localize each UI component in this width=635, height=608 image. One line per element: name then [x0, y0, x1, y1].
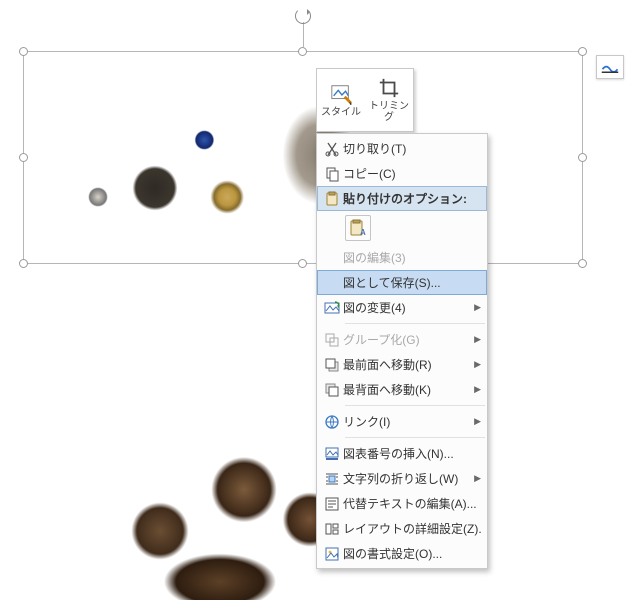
menu-insert-caption[interactable]: 図表番号の挿入(N)... [317, 441, 487, 466]
menu-separator [345, 323, 485, 324]
group-icon [321, 332, 343, 348]
resize-handle-right[interactable] [578, 153, 587, 162]
menu-separator [345, 405, 485, 406]
paste-option-icon: A [349, 219, 367, 237]
alt-text-icon [321, 496, 343, 512]
menu-edit-picture-label: 図の編集(3) [343, 249, 481, 266]
picture-style-label: スタイル [321, 107, 361, 118]
menu-edit-picture: 図の編集(3) [317, 245, 487, 270]
resize-handle-top[interactable] [298, 47, 307, 56]
resize-handle-top-left[interactable] [19, 47, 28, 56]
crop-label: トリミング [365, 101, 413, 123]
change-picture-icon [321, 300, 343, 316]
copy-icon [321, 166, 343, 182]
layout-details-icon [321, 521, 343, 537]
rotate-handle[interactable] [295, 8, 311, 24]
submenu-arrow-icon: ▶ [471, 473, 481, 484]
menu-group: グループ化(G) ▶ [317, 327, 487, 352]
selection-frame [23, 51, 583, 264]
submenu-arrow-icon: ▶ [471, 302, 481, 313]
picture-style-icon [329, 83, 353, 105]
menu-cut[interactable]: 切り取り(T) [317, 136, 487, 161]
menu-format-picture[interactable]: 図の書式設定(O)... [317, 541, 487, 566]
menu-link-label: リンク(I) [343, 413, 471, 430]
resize-handle-bottom-right[interactable] [578, 259, 587, 268]
paste-icon [321, 191, 343, 207]
menu-paste-options-label: 貼り付けのオプション: [343, 190, 481, 207]
menu-text-wrapping[interactable]: 文字列の折り返し(W) ▶ [317, 466, 487, 491]
submenu-arrow-icon: ▶ [471, 359, 481, 370]
menu-format-picture-label: 図の書式設定(O)... [343, 545, 481, 562]
submenu-arrow-icon: ▶ [471, 416, 481, 427]
menu-insert-caption-label: 図表番号の挿入(N)... [343, 445, 481, 462]
menu-send-to-back-label: 最背面へ移動(K) [343, 381, 471, 398]
send-to-back-icon [321, 382, 343, 398]
layout-options-button[interactable] [596, 55, 624, 79]
resize-handle-bottom-left[interactable] [19, 259, 28, 268]
crop-icon [377, 77, 401, 99]
menu-change-picture[interactable]: 図の変更(4) ▶ [317, 295, 487, 320]
menu-layout-details[interactable]: レイアウトの詳細設定(Z)... [317, 516, 487, 541]
menu-text-wrapping-label: 文字列の折り返し(W) [343, 470, 471, 487]
picture-context-menu: 切り取り(T) コピー(C) 貼り付けのオプション: A 図の編集(3) 図とし… [316, 133, 488, 569]
menu-layout-details-label: レイアウトの詳細設定(Z)... [343, 520, 481, 537]
menu-cut-label: 切り取り(T) [343, 140, 481, 157]
crop-button[interactable]: トリミング [365, 69, 413, 131]
resize-handle-bottom[interactable] [298, 259, 307, 268]
layout-options-icon [601, 60, 619, 74]
insert-caption-icon [321, 446, 343, 462]
submenu-arrow-icon: ▶ [471, 384, 481, 395]
menu-group-label: グループ化(G) [343, 331, 471, 348]
rotate-stem [303, 22, 304, 47]
submenu-arrow-icon: ▶ [471, 334, 481, 345]
format-picture-icon [321, 546, 343, 562]
menu-copy[interactable]: コピー(C) [317, 161, 487, 186]
menu-copy-label: コピー(C) [343, 165, 481, 182]
bring-to-front-icon [321, 357, 343, 373]
menu-bring-to-front-label: 最前面へ移動(R) [343, 356, 471, 373]
menu-paste-options-header[interactable]: 貼り付けのオプション: [317, 186, 487, 211]
svg-text:A: A [360, 228, 366, 237]
resize-handle-left[interactable] [19, 153, 28, 162]
paste-option-keep-text[interactable]: A [345, 215, 371, 241]
link-icon [321, 414, 343, 430]
picture-mini-toolbar: スタイル トリミング [316, 68, 414, 132]
menu-edit-alt-text[interactable]: 代替テキストの編集(A)... [317, 491, 487, 516]
menu-send-to-back[interactable]: 最背面へ移動(K) ▶ [317, 377, 487, 402]
resize-handle-top-right[interactable] [578, 47, 587, 56]
paste-options-row: A [317, 211, 487, 245]
menu-link[interactable]: リンク(I) ▶ [317, 409, 487, 434]
text-wrapping-icon [321, 471, 343, 487]
menu-save-as-picture-label: 図として保存(S)... [343, 274, 481, 291]
menu-save-as-picture[interactable]: 図として保存(S)... [317, 270, 487, 295]
menu-separator [345, 437, 485, 438]
menu-bring-to-front[interactable]: 最前面へ移動(R) ▶ [317, 352, 487, 377]
menu-edit-alt-text-label: 代替テキストの編集(A)... [343, 495, 481, 512]
picture-style-button[interactable]: スタイル [317, 69, 365, 131]
cut-icon [321, 141, 343, 157]
menu-change-picture-label: 図の変更(4) [343, 299, 471, 316]
